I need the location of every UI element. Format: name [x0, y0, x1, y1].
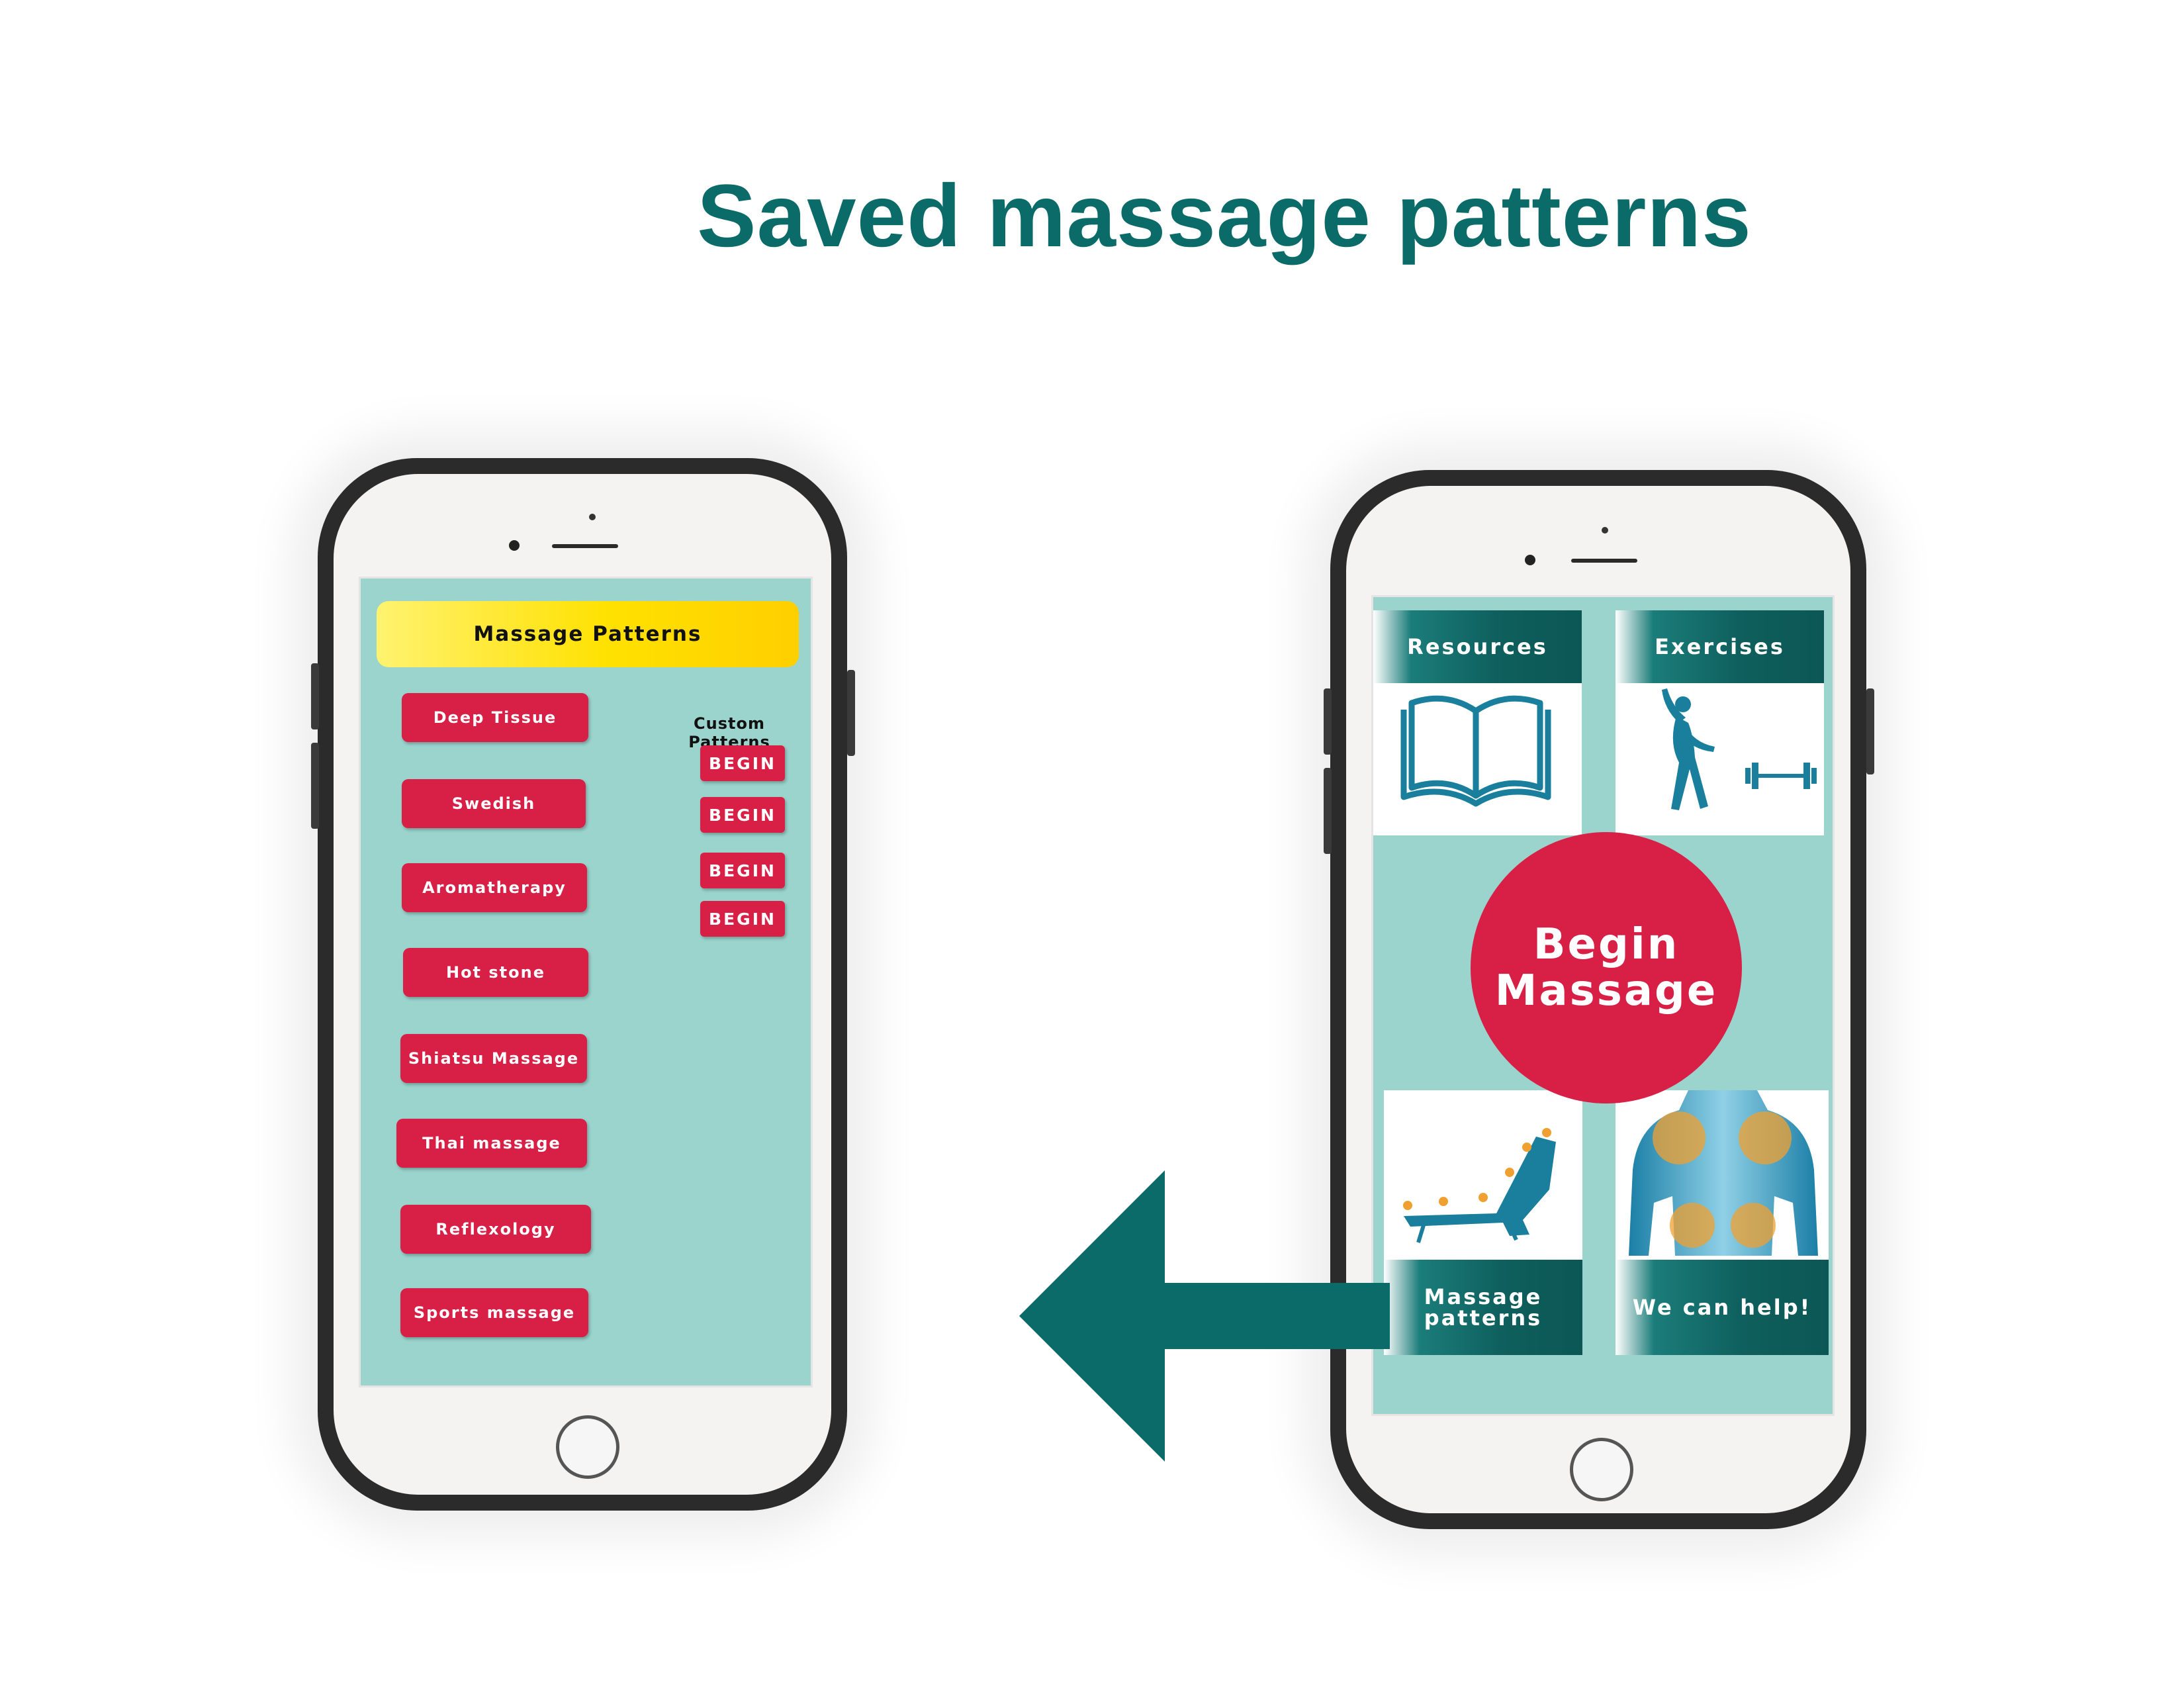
massage-patterns-line2: patterns: [1424, 1305, 1543, 1331]
massage-patterns-line1: Massage: [1424, 1284, 1543, 1309]
custom-begin-button-3[interactable]: BEGIN: [700, 853, 785, 888]
custom-begin-button-4[interactable]: BEGIN: [700, 901, 785, 937]
custom-begin-button-1[interactable]: BEGIN: [700, 745, 785, 781]
exercises-tile[interactable]: Exercises: [1615, 610, 1824, 835]
right-home-button[interactable]: [1570, 1438, 1633, 1501]
recliner-massage-icon: [1403, 1128, 1556, 1243]
pattern-reflexology-button[interactable]: Reflexology: [400, 1205, 591, 1254]
massage-patterns-tile[interactable]: Massage patterns: [1384, 1090, 1582, 1355]
begin-massage-line1: Begin: [1533, 919, 1680, 969]
left-phone: Massage Patterns Deep Tissue Swedish Aro…: [311, 458, 855, 1511]
resources-tile[interactable]: Resources: [1373, 610, 1582, 835]
custom-begin-button-2[interactable]: BEGIN: [700, 797, 785, 833]
resources-label: Resources: [1373, 610, 1582, 683]
pattern-thai-button[interactable]: Thai massage: [396, 1119, 587, 1168]
back-massage-icon: [1629, 1090, 1818, 1256]
massage-patterns-label: Massage patterns: [1384, 1260, 1582, 1355]
dumbbell-icon: [1745, 763, 1817, 789]
begin-massage-button[interactable]: Begin Massage: [1471, 832, 1742, 1103]
massage-patterns-header: Massage Patterns: [377, 601, 799, 667]
right-screen: Resources Exercises Begin Massage Massag…: [1371, 595, 1835, 1416]
begin-massage-line2: Massage: [1494, 966, 1718, 1015]
we-can-help-tile[interactable]: We can help!: [1615, 1090, 1829, 1355]
pattern-swedish-button[interactable]: Swedish: [402, 779, 586, 828]
left-home-button[interactable]: [556, 1415, 619, 1479]
right-phone: Resources Exercises Begin Massage Massag…: [1324, 470, 1874, 1529]
pattern-aromatherapy-button[interactable]: Aromatherapy: [402, 863, 587, 912]
pattern-sports-button[interactable]: Sports massage: [400, 1288, 588, 1337]
we-can-help-label: We can help!: [1615, 1260, 1829, 1355]
pattern-hot-stone-button[interactable]: Hot stone: [403, 948, 588, 997]
left-screen: Massage Patterns Deep Tissue Swedish Aro…: [359, 577, 813, 1387]
arrow-left-icon: [1019, 1170, 1390, 1462]
pattern-shiatsu-button[interactable]: Shiatsu Massage: [400, 1034, 587, 1083]
exercises-label: Exercises: [1615, 610, 1824, 683]
page-title: Saved massage patterns: [697, 167, 1752, 265]
pattern-deep-tissue-button[interactable]: Deep Tissue: [402, 693, 588, 742]
